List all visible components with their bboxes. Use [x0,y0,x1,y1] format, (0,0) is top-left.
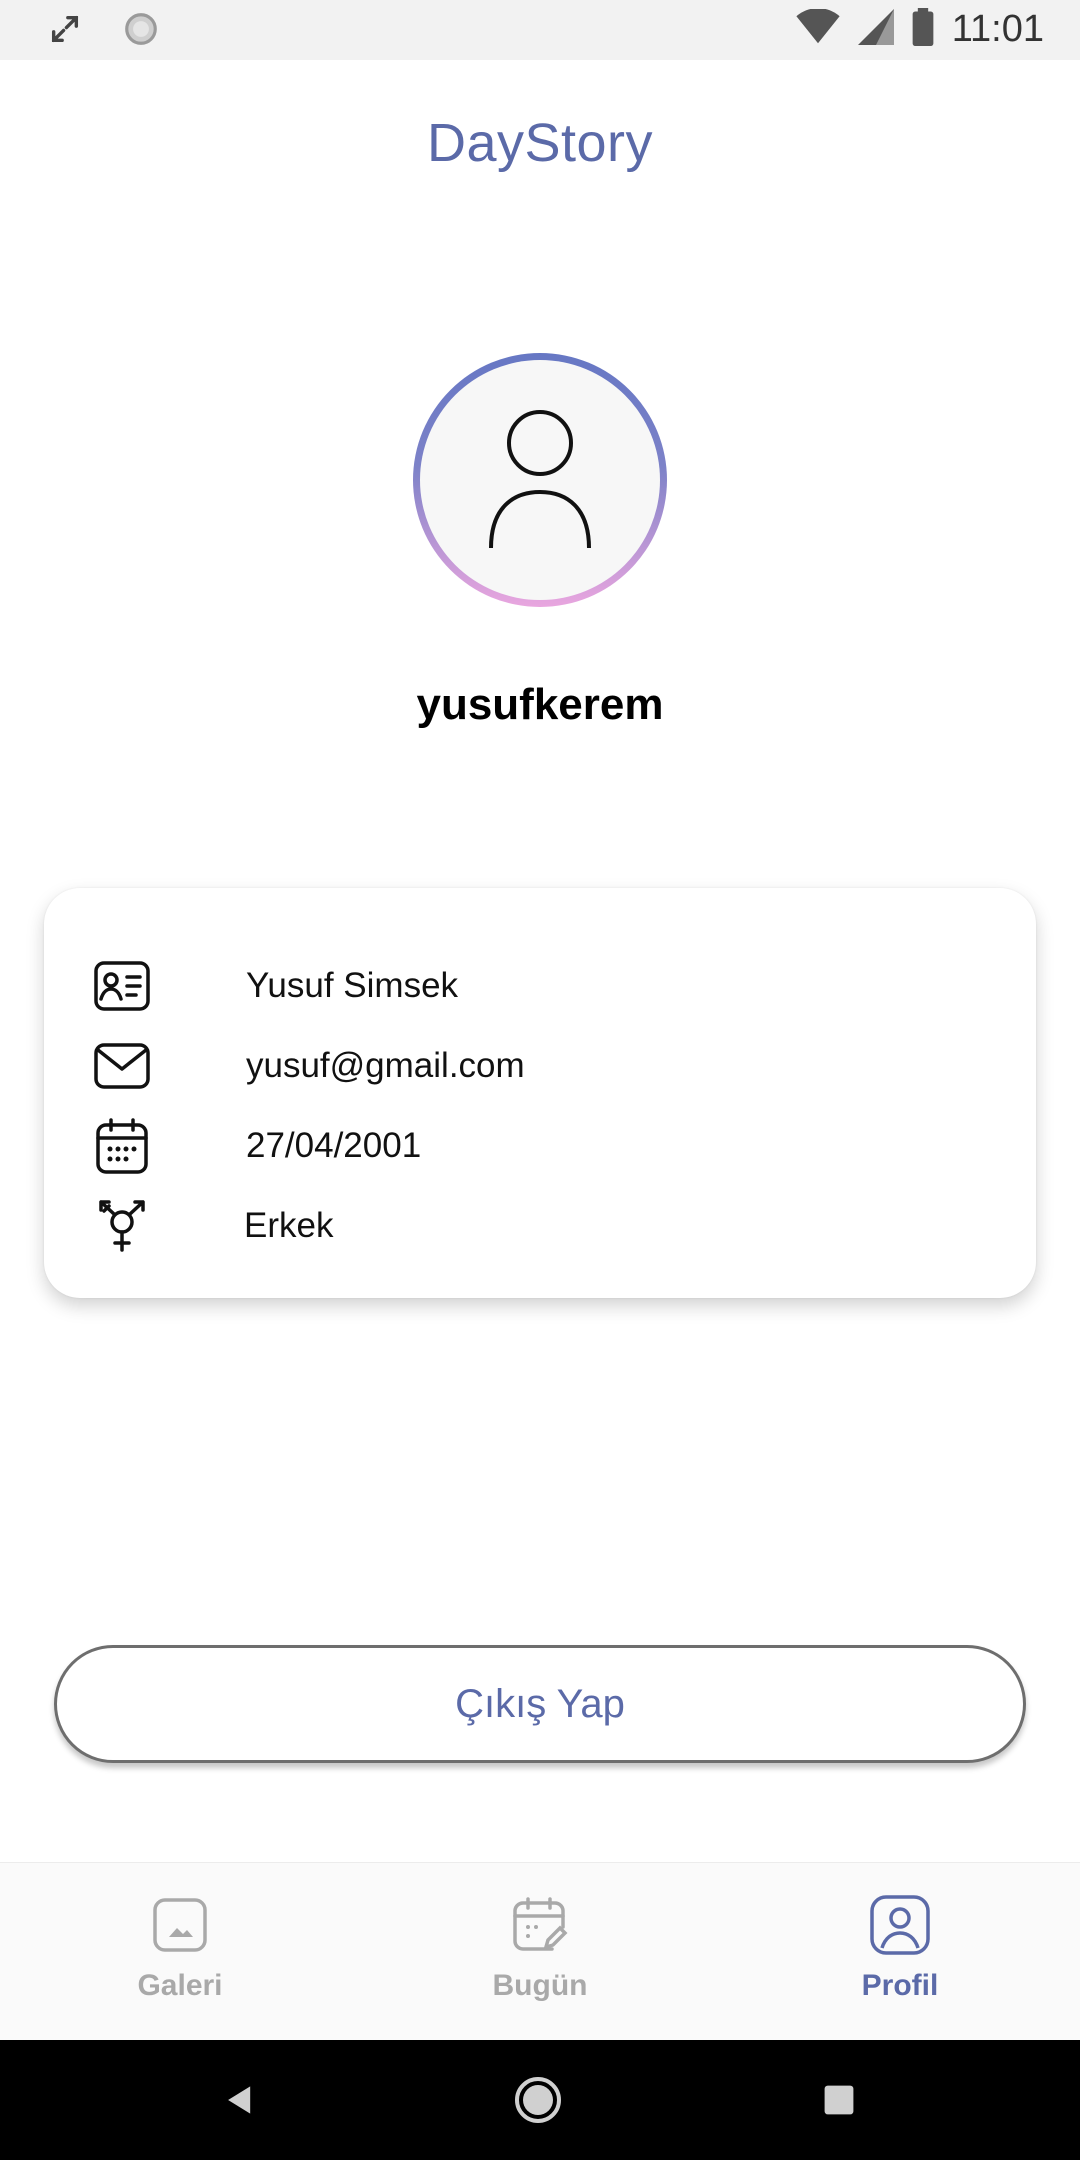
info-row-email: yusuf@gmail.com [92,1036,525,1096]
avatar[interactable] [413,353,667,607]
system-nav-bar [0,2040,1080,2160]
mail-icon [92,1036,152,1096]
wifi-icon [796,8,840,50]
status-time: 11:01 [951,8,1044,50]
email: yusuf@gmail.com [246,1046,525,1085]
nav-label-galeri: Galeri [137,1969,223,2002]
nav-item-galeri[interactable]: Galeri [0,1863,360,2041]
gender-icon [92,1196,152,1256]
profile-screen: 11:01 DayStory yusufkerem Yusuf Simsek y… [0,0,1080,2160]
bottom-nav: Galeri Bugün Profil [0,1862,1080,2040]
nav-item-bugun[interactable]: Bugün [360,1863,720,2041]
id-card-icon [92,956,152,1016]
birth-date: 27/04/2001 [246,1126,422,1165]
app-title: DayStory [426,113,654,173]
nav-item-profil[interactable]: Profil [720,1863,1080,2041]
gallery-icon [148,1893,212,1957]
battery-icon [912,8,934,51]
info-row-gender: Erkek [92,1196,333,1256]
expand-arrows-icon [48,12,82,51]
info-row-birthdate: 27/04/2001 [92,1116,421,1176]
back-icon[interactable] [210,2070,270,2130]
calendar-icon [92,1116,152,1176]
profile-info-card: Yusuf Simsek yusuf@gmail.com 27/04/2001 … [44,888,1036,1298]
logout-button[interactable]: Çıkış Yap [54,1645,1026,1763]
signal-icon [857,9,894,50]
loading-circle-icon [122,10,160,53]
nav-label-profil: Profil [861,1969,939,2002]
recents-icon[interactable] [809,2070,869,2130]
user-icon [489,410,591,549]
home-icon[interactable] [508,2070,568,2130]
full-name: Yusuf Simsek [246,966,459,1005]
username: yusufkerem [416,680,664,729]
info-row-name: Yusuf Simsek [92,956,458,1016]
profile-icon [868,1893,932,1957]
status-bar: 11:01 [0,0,1080,60]
avatar-placeholder [420,360,660,600]
nav-label-bugun: Bugün [492,1969,588,2002]
gender: Erkek [244,1206,334,1245]
calendar-edit-icon [508,1893,572,1957]
